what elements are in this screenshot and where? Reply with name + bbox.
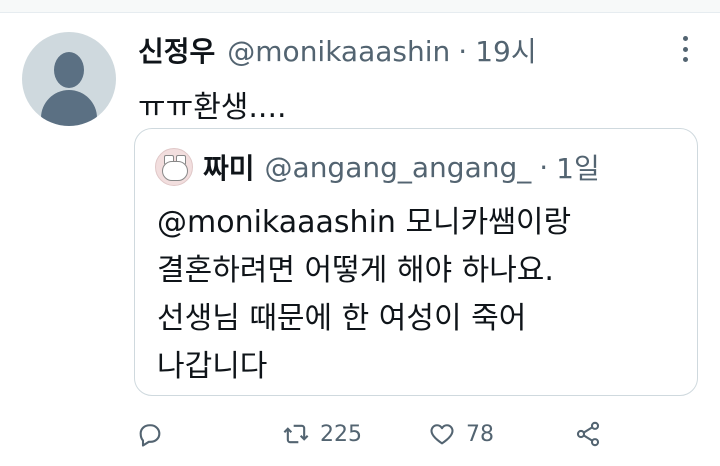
top-divider (0, 0, 720, 13)
avatar-body (41, 90, 97, 126)
author-handle[interactable]: @monikaaashin (227, 35, 450, 68)
reply-button[interactable] (136, 414, 164, 454)
author-name[interactable]: 신정우 (138, 30, 215, 70)
share-button[interactable] (574, 414, 602, 454)
retweet-icon (283, 424, 309, 444)
separator-dot: · (458, 35, 468, 68)
heart-icon (430, 424, 454, 445)
quoted-text-line: @monikaaashin 모니카쌤이랑 (157, 205, 572, 240)
avatar-head (54, 52, 84, 88)
more-dot (682, 57, 688, 62)
reply-icon (139, 424, 161, 447)
retweet-button[interactable]: 225 (282, 414, 362, 454)
quoted-tweet-header: 짜미 @angang_angang_ · 1일 (155, 147, 600, 187)
quoted-text-line: 나갑니다 (157, 349, 268, 384)
share-icon (576, 421, 600, 447)
more-dot (682, 46, 688, 52)
avatar[interactable] (22, 32, 116, 126)
tweet-time[interactable]: 19시 (475, 30, 536, 70)
quoted-tweet[interactable]: 짜미 @angang_angang_ · 1일 @monikaaashin 모니… (134, 128, 698, 396)
more-options-icon[interactable] (676, 36, 694, 62)
separator-dot: · (539, 150, 549, 184)
quoted-text-line: 결혼하려면 어떻게 해야 하나요. (157, 253, 554, 288)
like-button[interactable]: 78 (428, 414, 494, 454)
quoted-avatar-face (162, 161, 188, 181)
quoted-author-handle[interactable]: @angang_angang_ (265, 151, 532, 184)
tweet-header: 신정우 @monikaaashin · 19시 (138, 30, 537, 70)
quoted-text-line: 선생님 때문에 한 여성이 죽어 (157, 301, 527, 336)
quoted-author-name[interactable]: 짜미 (203, 147, 255, 187)
retweet-count: 225 (320, 421, 362, 447)
more-dot (682, 36, 688, 41)
quoted-tweet-text: @monikaaashin 모니카쌤이랑 결혼하려면 어떻게 해야 하나요. 선… (157, 199, 677, 391)
tweet-text: ㅠㅠ환생.... (138, 90, 287, 125)
tweet-actions: 225 78 (0, 414, 720, 454)
like-count: 78 (466, 421, 494, 447)
quoted-tweet-time[interactable]: 1일 (556, 147, 600, 187)
quoted-avatar[interactable] (155, 148, 193, 186)
